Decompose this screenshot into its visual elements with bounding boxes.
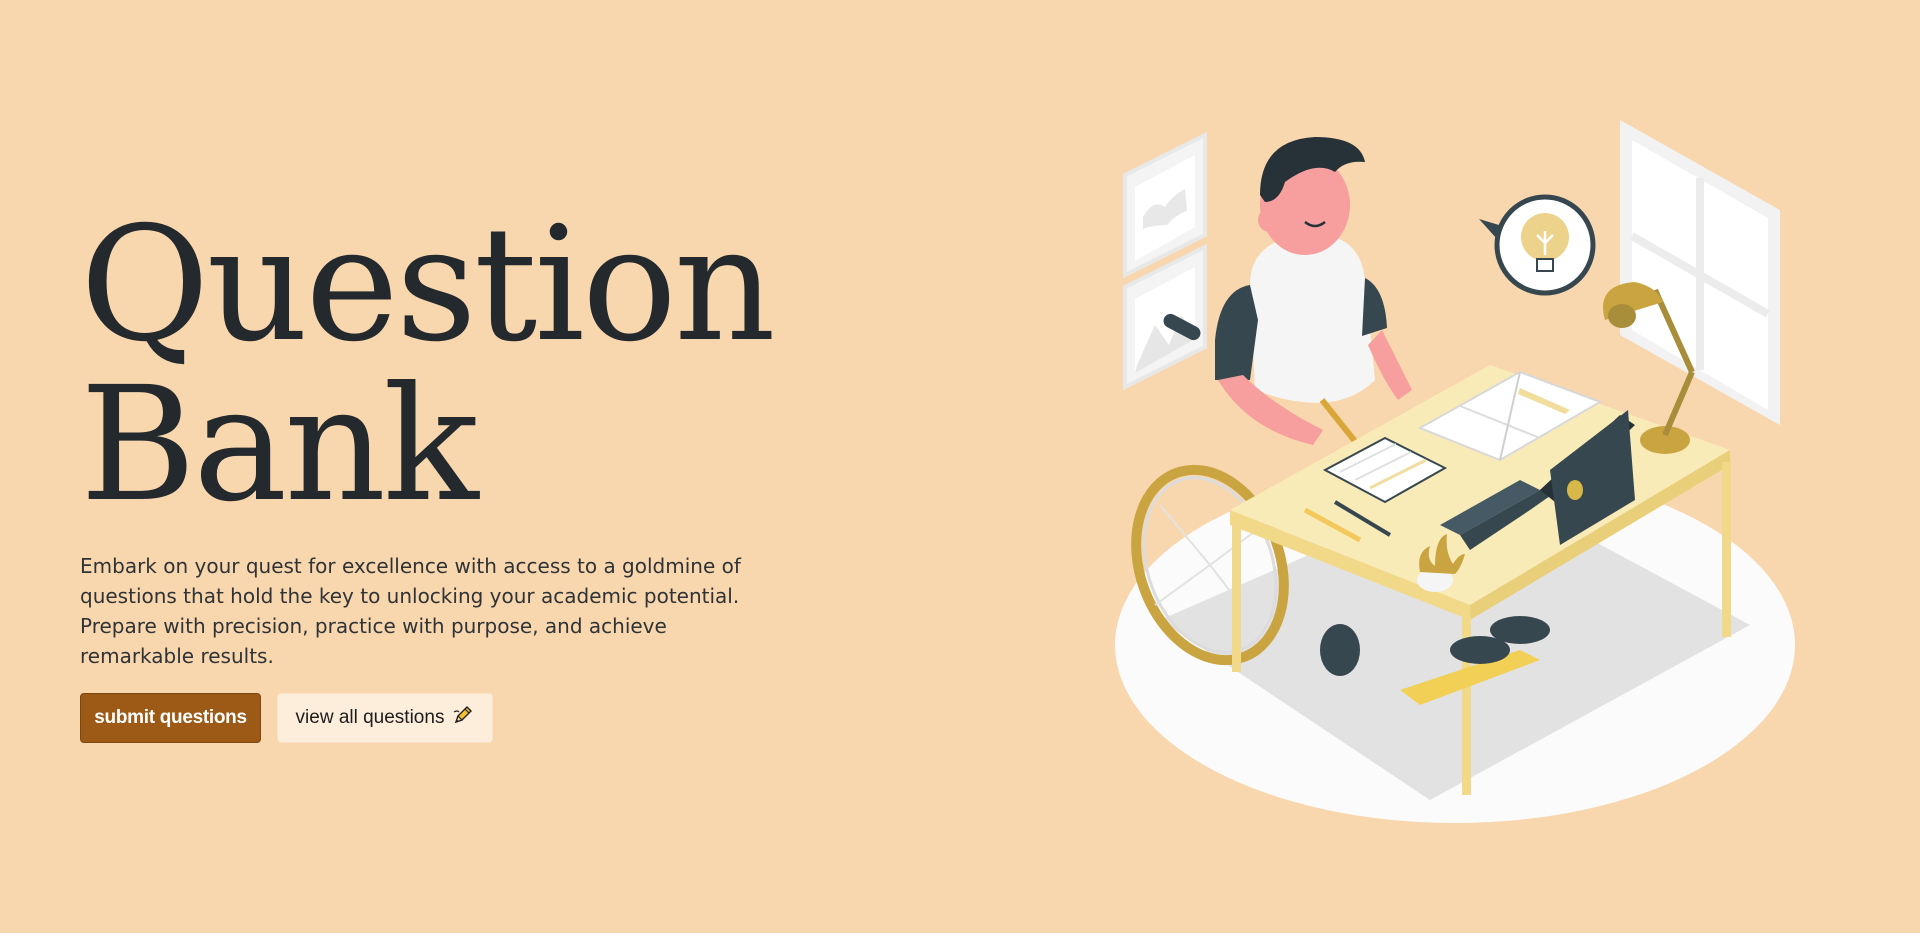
page-title: Question Bank [80,205,780,525]
person [1215,137,1412,452]
pencil-icon [452,704,474,732]
submit-questions-label: submit questions [94,707,247,728]
view-all-questions-button[interactable]: view all questions [277,693,493,743]
lightbulb-bubble [1479,194,1596,296]
page-title-line-2: Bank [80,353,479,537]
hero-actions: submit questions view all questions [80,693,780,743]
hero-description: Embark on your quest for excellence with… [80,554,741,668]
submit-questions-button[interactable]: submit questions [80,693,261,743]
picture-frames [1123,131,1207,391]
view-all-questions-label: view all questions [295,707,445,728]
page-title-line-1: Question [80,193,776,377]
student-desk-illustration [1100,110,1820,830]
hero-section: Question Bank Embark on your quest for e… [80,205,780,743]
window [1620,120,1780,425]
